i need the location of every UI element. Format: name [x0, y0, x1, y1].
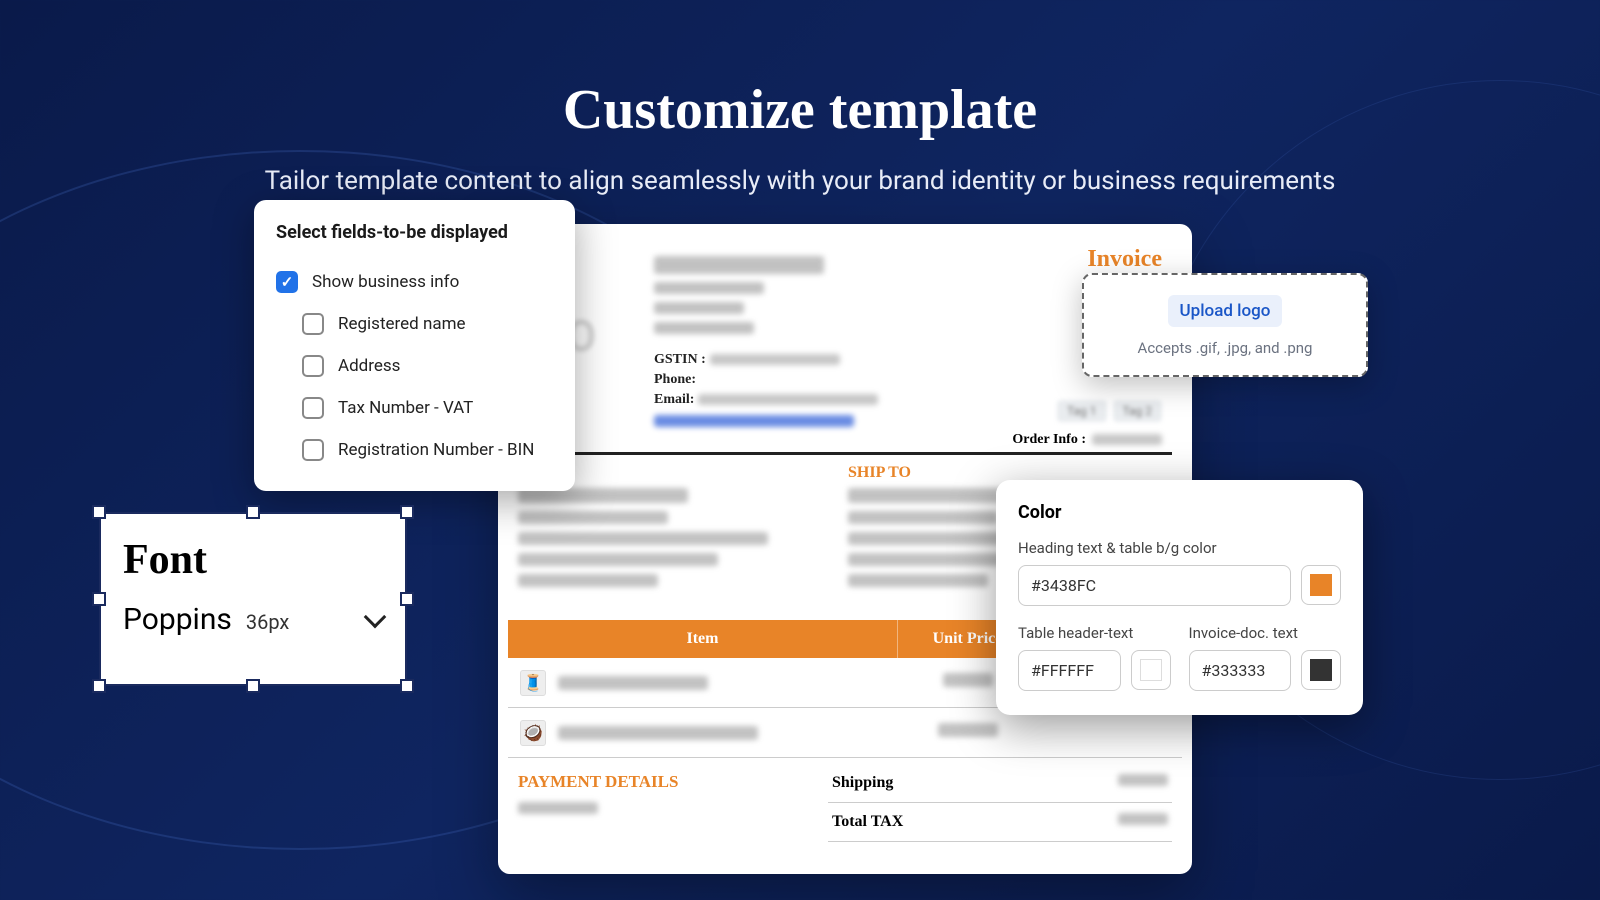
payment-details-heading: PAYMENT DETAILS — [518, 772, 678, 792]
color-popover: Color Heading text & table b/g color #34… — [996, 480, 1363, 715]
font-select[interactable]: Poppins 36px — [123, 602, 383, 637]
upload-logo-card[interactable]: Upload logo Accepts .gif, .jpg, and .png — [1082, 273, 1368, 377]
ship-to-heading: SHIP TO — [848, 464, 911, 482]
page-title: Customize template — [0, 78, 1600, 142]
doc-text-color-swatch[interactable] — [1301, 650, 1341, 690]
totals-tax-label: Total TAX — [832, 813, 903, 831]
checkbox-registered-name[interactable] — [302, 313, 324, 335]
font-size: 36px — [246, 610, 290, 634]
invoice-tags: Tag 1Tag 2 — [1057, 400, 1162, 422]
font-card-title: Font — [123, 536, 383, 584]
heading-color-input[interactable]: #3438FC — [1018, 565, 1291, 606]
doc-text-color-input[interactable]: #333333 — [1189, 650, 1292, 691]
checkbox-row-tax-number[interactable]: Tax Number - VAT — [276, 387, 553, 429]
table-row: 🥥 — [508, 708, 1182, 758]
checkbox-row-address[interactable]: Address — [276, 345, 553, 387]
checkbox-registration-number[interactable] — [302, 439, 324, 461]
phone-label: Phone: — [654, 372, 878, 388]
fields-popover: Select fields-to-be displayed Show busin… — [254, 200, 575, 491]
checkbox-business-info[interactable] — [276, 271, 298, 293]
order-info-label: Order Info : — [1012, 432, 1162, 448]
heading-color-swatch[interactable] — [1301, 565, 1341, 605]
header-text-color-input[interactable]: #FFFFFF — [1018, 650, 1121, 691]
gstin-label: GSTIN : — [654, 352, 878, 368]
upload-logo-button[interactable]: Upload logo — [1168, 295, 1283, 327]
header-text-color-swatch[interactable] — [1131, 650, 1171, 690]
doc-text-color-label: Invoice-doc. text — [1189, 624, 1342, 642]
checkbox-row-registered-name[interactable]: Registered name — [276, 303, 553, 345]
color-popover-title: Color — [1018, 502, 1341, 523]
fields-popover-heading: Select fields-to-be displayed — [276, 222, 553, 243]
font-name: Poppins — [123, 602, 232, 637]
upload-hint: Accepts .gif, .jpg, and .png — [1084, 339, 1366, 357]
heading-color-label: Heading text & table b/g color — [1018, 539, 1341, 557]
chevron-down-icon[interactable] — [364, 605, 387, 628]
font-card-selected[interactable]: Font Poppins 36px — [101, 514, 405, 684]
checkbox-row-business-info[interactable]: Show business info — [276, 261, 553, 303]
totals-shipping-label: Shipping — [832, 774, 893, 792]
checkbox-row-registration-number[interactable]: Registration Number - BIN — [276, 429, 553, 471]
checkbox-address[interactable] — [302, 355, 324, 377]
table-header-item: Item — [508, 620, 898, 658]
email-label: Email: — [654, 392, 878, 408]
header-text-color-label: Table header-text — [1018, 624, 1171, 642]
checkbox-tax-number[interactable] — [302, 397, 324, 419]
invoice-title: Invoice — [1087, 246, 1162, 273]
page-subtitle: Tailor template content to align seamles… — [140, 166, 1460, 196]
